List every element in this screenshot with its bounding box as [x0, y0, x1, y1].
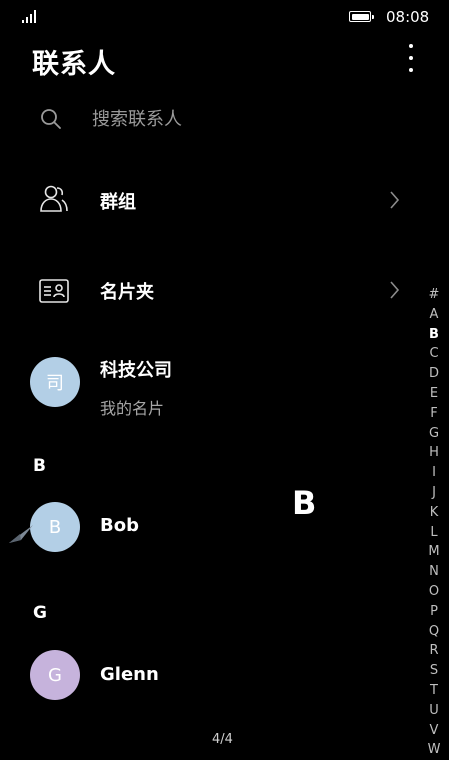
index-letter[interactable]: I	[424, 463, 444, 483]
avatar: B	[30, 502, 80, 552]
index-letter[interactable]: A	[424, 305, 444, 325]
chevron-right-icon	[390, 281, 400, 299]
contact-item-bob[interactable]: B Bob	[0, 492, 420, 562]
section-header-g: G	[33, 603, 47, 623]
avatar: 司	[30, 357, 80, 407]
battery-icon	[349, 11, 374, 22]
index-letter[interactable]: M	[424, 542, 444, 562]
index-letter[interactable]: D	[424, 364, 444, 384]
more-options-icon[interactable]	[400, 42, 422, 76]
group-icon	[40, 185, 68, 212]
contact-name: 科技公司	[100, 360, 172, 381]
index-letter[interactable]: S	[424, 661, 444, 681]
page-title: 联系人	[32, 49, 116, 80]
index-letter[interactable]: C	[424, 344, 444, 364]
contact-name: Bob	[100, 515, 139, 536]
index-letter-popup: B	[292, 484, 317, 522]
index-letter[interactable]: #	[424, 285, 444, 305]
business-card-folder-item[interactable]: 名片夹	[0, 260, 420, 320]
index-letter[interactable]: P	[424, 602, 444, 622]
groups-item[interactable]: 群组	[0, 170, 420, 230]
status-time: 08:08	[386, 8, 430, 26]
contact-item-glenn[interactable]: G Glenn	[0, 640, 420, 710]
index-letter[interactable]: Q	[424, 622, 444, 642]
contact-subtitle: 我的名片	[100, 399, 165, 418]
index-letter[interactable]: F	[424, 404, 444, 424]
my-card-item[interactable]: 司 科技公司 我的名片	[0, 349, 420, 419]
index-letter[interactable]: G	[424, 424, 444, 444]
index-letter[interactable]: B	[424, 325, 444, 345]
signal-icon	[22, 9, 38, 23]
index-letter[interactable]: T	[424, 681, 444, 701]
alphabet-index-bar[interactable]: # A B C D E F G H I J K L M N O P Q R S T U V W	[424, 285, 444, 757]
business-card-icon	[39, 279, 69, 303]
index-letter[interactable]: U	[424, 701, 444, 721]
index-letter[interactable]: E	[424, 384, 444, 404]
search-icon	[41, 109, 61, 129]
status-bar: 08:08	[0, 0, 449, 34]
contact-name: Glenn	[100, 664, 159, 685]
business-card-folder-label: 名片夹	[100, 282, 154, 303]
section-header-b: B	[33, 456, 46, 476]
index-letter[interactable]: O	[424, 582, 444, 602]
groups-label: 群组	[100, 192, 136, 213]
avatar: G	[30, 650, 80, 700]
search-input[interactable]	[92, 107, 332, 131]
index-letter[interactable]: H	[424, 443, 444, 463]
index-letter[interactable]: W	[424, 740, 444, 760]
paper-plane-icon	[9, 525, 33, 543]
index-letter[interactable]: N	[424, 562, 444, 582]
index-letter[interactable]: J	[424, 483, 444, 503]
index-letter[interactable]: R	[424, 641, 444, 661]
index-letter[interactable]: V	[424, 721, 444, 741]
index-letter[interactable]: L	[424, 523, 444, 543]
chevron-right-icon	[390, 191, 400, 209]
index-letter[interactable]: K	[424, 503, 444, 523]
page-indicator: 4/4	[212, 732, 233, 747]
